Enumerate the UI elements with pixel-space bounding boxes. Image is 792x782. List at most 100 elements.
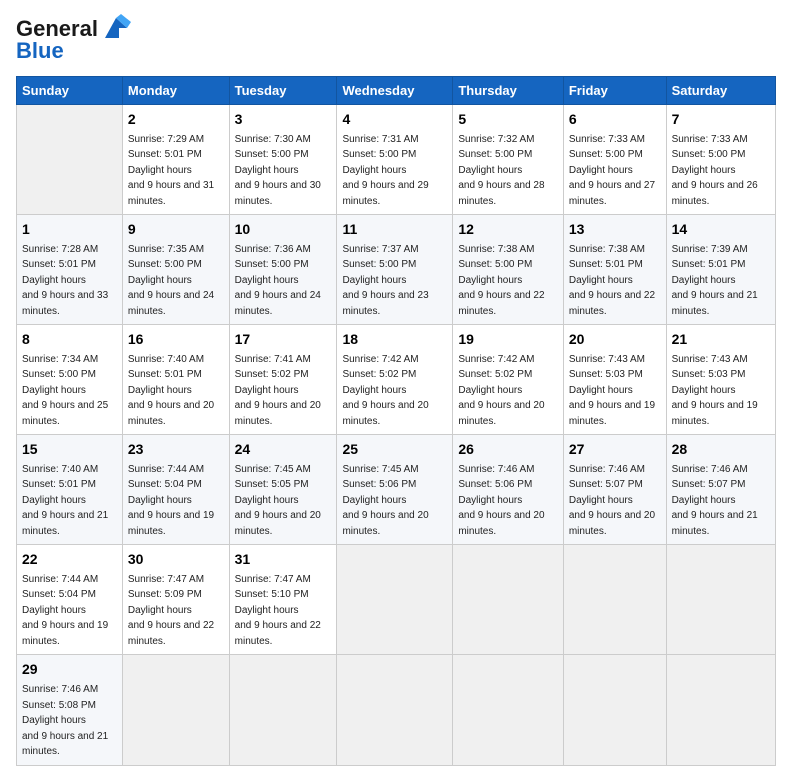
day-number: 13 bbox=[569, 220, 661, 240]
calendar-cell: 12 Sunrise: 7:38 AMSunset: 5:00 PMDaylig… bbox=[453, 215, 564, 325]
page-header: General Blue bbox=[16, 16, 776, 64]
day-info: Sunrise: 7:33 AMSunset: 5:00 PMDaylight … bbox=[672, 134, 758, 207]
calendar-cell: 3 Sunrise: 7:30 AMSunset: 5:00 PMDayligh… bbox=[229, 105, 337, 215]
day-info: Sunrise: 7:42 AMSunset: 5:02 PMDaylight … bbox=[458, 354, 544, 427]
calendar-week-row: 22 Sunrise: 7:44 AMSunset: 5:04 PMDaylig… bbox=[17, 545, 776, 655]
day-number: 23 bbox=[128, 440, 224, 460]
day-info: Sunrise: 7:28 AMSunset: 5:01 PMDaylight … bbox=[22, 244, 108, 317]
day-number: 27 bbox=[569, 440, 661, 460]
day-number: 20 bbox=[569, 330, 661, 350]
calendar-table: SundayMondayTuesdayWednesdayThursdayFrid… bbox=[16, 76, 776, 766]
calendar-cell: 9 Sunrise: 7:35 AMSunset: 5:00 PMDayligh… bbox=[122, 215, 229, 325]
calendar-week-row: 15 Sunrise: 7:40 AMSunset: 5:01 PMDaylig… bbox=[17, 435, 776, 545]
calendar-cell: 28 Sunrise: 7:46 AMSunset: 5:07 PMDaylig… bbox=[666, 435, 775, 545]
day-number: 24 bbox=[235, 440, 332, 460]
day-info: Sunrise: 7:45 AMSunset: 5:05 PMDaylight … bbox=[235, 464, 321, 537]
calendar-cell bbox=[453, 655, 564, 765]
day-info: Sunrise: 7:46 AMSunset: 5:07 PMDaylight … bbox=[569, 464, 655, 537]
calendar-cell: 8 Sunrise: 7:34 AMSunset: 5:00 PMDayligh… bbox=[17, 325, 123, 435]
calendar-week-row: 1 Sunrise: 7:28 AMSunset: 5:01 PMDayligh… bbox=[17, 215, 776, 325]
calendar-cell: 26 Sunrise: 7:46 AMSunset: 5:06 PMDaylig… bbox=[453, 435, 564, 545]
day-number: 8 bbox=[22, 330, 117, 350]
calendar-week-row: 29 Sunrise: 7:46 AMSunset: 5:08 PMDaylig… bbox=[17, 655, 776, 765]
day-info: Sunrise: 7:30 AMSunset: 5:00 PMDaylight … bbox=[235, 134, 321, 207]
day-number: 1 bbox=[22, 220, 117, 240]
calendar-cell bbox=[453, 545, 564, 655]
day-number: 16 bbox=[128, 330, 224, 350]
day-number: 5 bbox=[458, 110, 558, 130]
calendar-cell: 19 Sunrise: 7:42 AMSunset: 5:02 PMDaylig… bbox=[453, 325, 564, 435]
day-info: Sunrise: 7:44 AMSunset: 5:04 PMDaylight … bbox=[128, 464, 214, 537]
calendar-cell: 2 Sunrise: 7:29 AMSunset: 5:01 PMDayligh… bbox=[122, 105, 229, 215]
calendar-cell: 15 Sunrise: 7:40 AMSunset: 5:01 PMDaylig… bbox=[17, 435, 123, 545]
day-info: Sunrise: 7:46 AMSunset: 5:07 PMDaylight … bbox=[672, 464, 758, 537]
day-number: 25 bbox=[342, 440, 447, 460]
day-info: Sunrise: 7:43 AMSunset: 5:03 PMDaylight … bbox=[569, 354, 655, 427]
calendar-cell: 17 Sunrise: 7:41 AMSunset: 5:02 PMDaylig… bbox=[229, 325, 337, 435]
day-number: 6 bbox=[569, 110, 661, 130]
day-info: Sunrise: 7:46 AMSunset: 5:06 PMDaylight … bbox=[458, 464, 544, 537]
day-number: 14 bbox=[672, 220, 770, 240]
calendar-cell: 7 Sunrise: 7:33 AMSunset: 5:00 PMDayligh… bbox=[666, 105, 775, 215]
day-number: 10 bbox=[235, 220, 332, 240]
calendar-cell: 29 Sunrise: 7:46 AMSunset: 5:08 PMDaylig… bbox=[17, 655, 123, 765]
day-number: 28 bbox=[672, 440, 770, 460]
day-info: Sunrise: 7:32 AMSunset: 5:00 PMDaylight … bbox=[458, 134, 544, 207]
calendar-cell: 21 Sunrise: 7:43 AMSunset: 5:03 PMDaylig… bbox=[666, 325, 775, 435]
col-header-tuesday: Tuesday bbox=[229, 77, 337, 105]
col-header-thursday: Thursday bbox=[453, 77, 564, 105]
calendar-cell: 10 Sunrise: 7:36 AMSunset: 5:00 PMDaylig… bbox=[229, 215, 337, 325]
calendar-cell: 24 Sunrise: 7:45 AMSunset: 5:05 PMDaylig… bbox=[229, 435, 337, 545]
day-number: 29 bbox=[22, 660, 117, 680]
calendar-cell: 30 Sunrise: 7:47 AMSunset: 5:09 PMDaylig… bbox=[122, 545, 229, 655]
calendar-cell: 14 Sunrise: 7:39 AMSunset: 5:01 PMDaylig… bbox=[666, 215, 775, 325]
calendar-week-row: 2 Sunrise: 7:29 AMSunset: 5:01 PMDayligh… bbox=[17, 105, 776, 215]
day-info: Sunrise: 7:46 AMSunset: 5:08 PMDaylight … bbox=[22, 684, 108, 757]
calendar-cell: 18 Sunrise: 7:42 AMSunset: 5:02 PMDaylig… bbox=[337, 325, 453, 435]
day-number: 31 bbox=[235, 550, 332, 570]
day-info: Sunrise: 7:45 AMSunset: 5:06 PMDaylight … bbox=[342, 464, 428, 537]
day-info: Sunrise: 7:47 AMSunset: 5:09 PMDaylight … bbox=[128, 574, 214, 647]
logo: General Blue bbox=[16, 16, 131, 64]
calendar-cell: 20 Sunrise: 7:43 AMSunset: 5:03 PMDaylig… bbox=[563, 325, 666, 435]
day-number: 4 bbox=[342, 110, 447, 130]
calendar-cell: 16 Sunrise: 7:40 AMSunset: 5:01 PMDaylig… bbox=[122, 325, 229, 435]
day-number: 12 bbox=[458, 220, 558, 240]
calendar-cell: 31 Sunrise: 7:47 AMSunset: 5:10 PMDaylig… bbox=[229, 545, 337, 655]
day-info: Sunrise: 7:43 AMSunset: 5:03 PMDaylight … bbox=[672, 354, 758, 427]
day-number: 22 bbox=[22, 550, 117, 570]
calendar-cell bbox=[337, 545, 453, 655]
calendar-cell: 4 Sunrise: 7:31 AMSunset: 5:00 PMDayligh… bbox=[337, 105, 453, 215]
calendar-week-row: 8 Sunrise: 7:34 AMSunset: 5:00 PMDayligh… bbox=[17, 325, 776, 435]
day-info: Sunrise: 7:29 AMSunset: 5:01 PMDaylight … bbox=[128, 134, 214, 207]
calendar-cell bbox=[666, 545, 775, 655]
calendar-cell bbox=[563, 545, 666, 655]
calendar-cell: 22 Sunrise: 7:44 AMSunset: 5:04 PMDaylig… bbox=[17, 545, 123, 655]
day-number: 18 bbox=[342, 330, 447, 350]
calendar-cell bbox=[666, 655, 775, 765]
col-header-monday: Monday bbox=[122, 77, 229, 105]
day-number: 21 bbox=[672, 330, 770, 350]
calendar-cell: 11 Sunrise: 7:37 AMSunset: 5:00 PMDaylig… bbox=[337, 215, 453, 325]
day-number: 30 bbox=[128, 550, 224, 570]
day-info: Sunrise: 7:42 AMSunset: 5:02 PMDaylight … bbox=[342, 354, 428, 427]
col-header-friday: Friday bbox=[563, 77, 666, 105]
day-info: Sunrise: 7:39 AMSunset: 5:01 PMDaylight … bbox=[672, 244, 758, 317]
day-info: Sunrise: 7:38 AMSunset: 5:00 PMDaylight … bbox=[458, 244, 544, 317]
day-info: Sunrise: 7:37 AMSunset: 5:00 PMDaylight … bbox=[342, 244, 428, 317]
day-number: 11 bbox=[342, 220, 447, 240]
day-number: 2 bbox=[128, 110, 224, 130]
day-info: Sunrise: 7:47 AMSunset: 5:10 PMDaylight … bbox=[235, 574, 321, 647]
calendar-cell bbox=[337, 655, 453, 765]
day-number: 7 bbox=[672, 110, 770, 130]
day-number: 26 bbox=[458, 440, 558, 460]
logo-icon bbox=[101, 14, 131, 42]
col-header-sunday: Sunday bbox=[17, 77, 123, 105]
calendar-cell: 25 Sunrise: 7:45 AMSunset: 5:06 PMDaylig… bbox=[337, 435, 453, 545]
calendar-cell: 6 Sunrise: 7:33 AMSunset: 5:00 PMDayligh… bbox=[563, 105, 666, 215]
day-info: Sunrise: 7:40 AMSunset: 5:01 PMDaylight … bbox=[128, 354, 214, 427]
day-number: 3 bbox=[235, 110, 332, 130]
day-number: 19 bbox=[458, 330, 558, 350]
day-number: 9 bbox=[128, 220, 224, 240]
day-info: Sunrise: 7:36 AMSunset: 5:00 PMDaylight … bbox=[235, 244, 321, 317]
